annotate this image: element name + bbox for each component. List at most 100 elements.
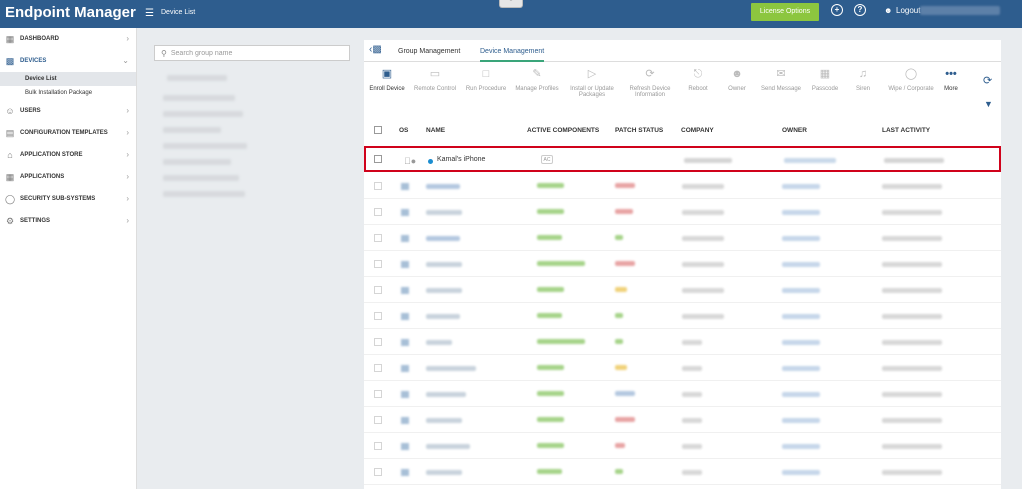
tree-node[interactable] [167,75,227,81]
sidebar-item-dashboard[interactable]: ▦ DASHBOARD › [0,28,136,50]
owner-blurred[interactable] [782,340,820,345]
search-input[interactable] [170,49,341,57]
row-checkbox[interactable] [374,286,382,294]
column-header-os[interactable]: OS [399,127,408,134]
table-row[interactable] [364,173,1001,199]
sidebar-item-application-store[interactable]: ⌂ APPLICATION STORE › [0,144,136,166]
device-name-blurred[interactable] [426,314,460,319]
column-header-company[interactable]: COMPANY [681,127,714,134]
row-checkbox[interactable] [374,416,382,424]
tree-node[interactable] [163,143,247,149]
device-name-blurred[interactable] [426,340,452,345]
passcode-button[interactable]: ▦ Passcode [808,68,842,92]
device-name-blurred[interactable] [426,236,460,241]
help-icon[interactable]: ? [854,4,866,16]
send-message-button[interactable]: ✉ Send Message [759,68,803,92]
install-packages-button[interactable]: ▷ Install or Update Packages [567,68,617,98]
device-name-blurred[interactable] [426,444,470,449]
siren-button[interactable]: ♫ Siren [848,68,878,92]
run-procedure-button[interactable]: □ Run Procedure [463,68,509,92]
chevron-up-icon[interactable]: ˆ [499,0,523,8]
row-checkbox[interactable] [374,155,382,163]
tree-node[interactable] [163,111,243,117]
owner-blurred[interactable] [782,288,820,293]
device-name-blurred[interactable] [426,418,462,423]
more-button[interactable]: ••• More [938,68,964,92]
tree-node[interactable] [163,127,221,133]
manage-profiles-button[interactable]: ✎ Manage Profiles [513,68,561,92]
back-tree-icon[interactable]: ‹▩ [369,44,382,55]
refresh-icon[interactable]: ⟳ [983,74,992,87]
row-checkbox[interactable] [374,208,382,216]
tree-node[interactable] [163,159,231,165]
tree-node[interactable] [163,191,245,197]
column-header-name[interactable]: NAME [426,127,445,134]
device-name-link[interactable]: Kamal's iPhone [437,156,485,163]
device-name-blurred[interactable] [426,288,462,293]
owner-blurred[interactable] [782,236,820,241]
device-name-blurred[interactable] [426,210,462,215]
column-header-active-components[interactable]: ACTIVE COMPONENTS [527,127,599,134]
filter-icon[interactable]: ▼ [984,99,993,109]
sidebar-item-devices[interactable]: ▩ DEVICES ⌄ [0,50,136,72]
row-checkbox[interactable] [374,364,382,372]
column-header-last-activity[interactable]: LAST ACTIVITY [882,127,930,134]
sidebar-item-security-sub-systems[interactable]: ◯ SECURITY SUB-SYSTEMS › [0,188,136,210]
table-row[interactable] [364,277,1001,303]
row-checkbox[interactable] [374,312,382,320]
device-name-blurred[interactable] [426,262,462,267]
sidebar-item-configuration-templates[interactable]: ▤ CONFIGURATION TEMPLATES › [0,122,136,144]
license-options-button[interactable]: License Options [751,3,819,21]
table-row[interactable] [364,433,1001,459]
table-row[interactable] [364,251,1001,277]
device-name-blurred[interactable] [426,184,460,189]
owner-blurred[interactable] [782,262,820,267]
row-checkbox[interactable] [374,442,382,450]
owner-blurred[interactable] [784,158,836,163]
table-row[interactable] [364,329,1001,355]
owner-button[interactable]: ☻ Owner [721,68,753,92]
owner-blurred[interactable] [782,444,820,449]
row-checkbox[interactable] [374,468,382,476]
table-row[interactable] [364,303,1001,329]
owner-blurred[interactable] [782,366,820,371]
row-checkbox[interactable] [374,390,382,398]
sidebar-subitem-bulk-installation[interactable]: Bulk Installation Package [0,86,136,100]
row-checkbox[interactable] [374,338,382,346]
tree-node[interactable] [163,95,235,101]
hamburger-menu-icon[interactable]: ☰ [145,8,154,19]
owner-blurred[interactable] [782,184,820,189]
owner-blurred[interactable] [782,314,820,319]
table-row[interactable] [364,459,1001,485]
refresh-device-info-button[interactable]: ⟳ Refresh Device Information [624,68,676,98]
table-row[interactable] [364,199,1001,225]
owner-blurred[interactable] [782,392,820,397]
row-checkbox[interactable] [374,234,382,242]
device-name-blurred[interactable] [426,470,462,475]
table-row-highlighted[interactable]: ● Kamal's iPhone AC [364,146,1001,172]
row-checkbox[interactable] [374,182,382,190]
device-name-blurred[interactable] [426,366,476,371]
tree-node[interactable] [163,175,239,181]
enroll-device-button[interactable]: ▣ Enroll Device [368,68,406,92]
remote-control-button[interactable]: ▭ Remote Control [411,68,459,92]
owner-blurred[interactable] [782,418,820,423]
group-search-box[interactable]: ⚲ [154,45,350,61]
table-row[interactable] [364,381,1001,407]
table-row[interactable] [364,225,1001,251]
table-row[interactable] [364,355,1001,381]
sidebar-item-users[interactable]: ☺ USERS › [0,100,136,122]
add-circle-icon[interactable]: + [831,4,843,16]
select-all-checkbox[interactable] [374,126,382,134]
column-header-patch-status[interactable]: PATCH STATUS [615,127,663,134]
owner-blurred[interactable] [782,210,820,215]
sidebar-subitem-device-list[interactable]: Device List [0,72,136,86]
sidebar-item-applications[interactable]: ▦ APPLICATIONS › [0,166,136,188]
column-header-owner[interactable]: OWNER [782,127,807,134]
reboot-button[interactable]: ⎋ Reboot [682,68,714,92]
owner-blurred[interactable] [782,470,820,475]
table-row[interactable] [364,407,1001,433]
row-checkbox[interactable] [374,260,382,268]
wipe-corporate-button[interactable]: ◯ Wipe / Corporate [885,68,937,92]
tab-device-management[interactable]: Device Management [480,48,545,62]
